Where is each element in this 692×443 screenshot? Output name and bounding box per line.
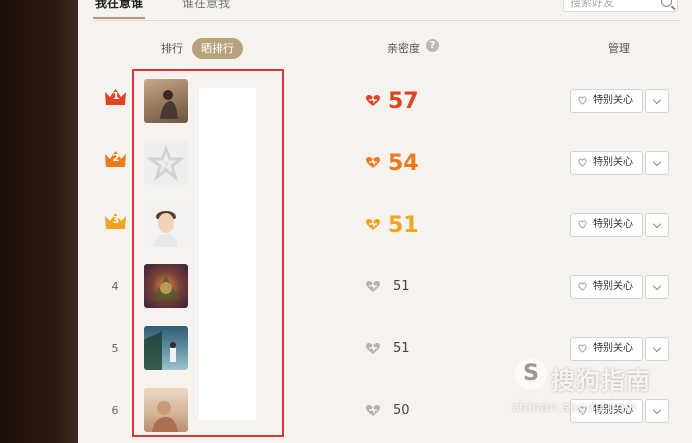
intimacy-score: 51	[393, 279, 410, 294]
avatar[interactable]: Z	[144, 141, 188, 185]
rank-number: 3	[112, 215, 120, 226]
more-options-button[interactable]	[645, 89, 669, 113]
more-options-button[interactable]	[645, 213, 669, 237]
rank-number: 2	[112, 153, 120, 164]
special-care-button[interactable]: 特别关心	[570, 275, 643, 299]
heart-icon	[366, 281, 380, 292]
watermark-url: zhinan.sogou.com	[512, 400, 638, 414]
friend-names-redacted	[199, 88, 256, 420]
left-background	[0, 0, 78, 443]
chevron-down-icon	[652, 157, 662, 167]
special-care-button[interactable]: 特别关心	[570, 89, 643, 113]
avatar[interactable]	[144, 79, 188, 123]
intimacy-score: 54	[388, 151, 419, 176]
intimacy-score: 57	[388, 89, 419, 114]
friend-row: 1 57 特别关心	[78, 70, 692, 132]
special-care-button[interactable]: 特别关心	[570, 213, 643, 237]
avatar[interactable]	[144, 264, 188, 308]
heart-outline-icon	[578, 158, 587, 167]
watermark-logo: S	[515, 358, 547, 390]
intimacy-header: 亲密度	[387, 42, 420, 55]
rank-header: 排行	[161, 42, 183, 55]
heart-icon	[366, 343, 380, 354]
intimacy-score: 51	[388, 213, 419, 238]
heart-outline-icon	[578, 282, 587, 291]
more-options-button[interactable]	[645, 399, 669, 423]
more-options-button[interactable]	[645, 151, 669, 175]
tab-who-cares-about-me[interactable]: 谁在意我	[182, 0, 230, 11]
heart-icon	[366, 95, 380, 106]
friend-row: 2 Z 54 特别关心	[78, 132, 692, 194]
heart-outline-icon	[578, 96, 587, 105]
rank-number: 1	[112, 91, 120, 102]
special-care-label: 特别关心	[593, 157, 633, 168]
intimacy-score: 51	[393, 341, 410, 356]
help-icon[interactable]: ?	[426, 39, 439, 52]
avatar[interactable]	[144, 326, 188, 370]
special-care-label: 特别关心	[593, 219, 633, 230]
more-options-button[interactable]	[645, 337, 669, 361]
rank-number: 4	[111, 280, 119, 293]
heart-outline-icon	[578, 344, 587, 353]
chevron-down-icon	[652, 405, 662, 415]
chevron-down-icon	[652, 281, 662, 291]
tab-i-care-about[interactable]: 我在意谁	[92, 0, 146, 19]
special-care-label: 特别关心	[593, 281, 633, 292]
tabs-divider	[95, 20, 680, 21]
friend-row: 3 51 特别关心	[78, 194, 692, 256]
svg-text:Z: Z	[163, 162, 169, 172]
watermark-brand: 搜狗指南	[551, 367, 651, 395]
rank-number: 5	[111, 342, 119, 355]
special-care-button[interactable]: 特别关心	[570, 337, 643, 361]
rank-number: 6	[111, 404, 119, 417]
heart-outline-icon	[578, 220, 587, 229]
share-rank-button[interactable]: 晒排行	[192, 38, 243, 59]
intimacy-score: 50	[393, 403, 410, 418]
special-care-label: 特别关心	[593, 343, 633, 354]
search-icon[interactable]	[661, 0, 672, 7]
special-care-label: 特别关心	[593, 95, 633, 106]
heart-icon	[366, 405, 380, 416]
avatar[interactable]	[144, 388, 188, 432]
chevron-down-icon	[652, 343, 662, 353]
chevron-down-icon	[652, 95, 662, 105]
friend-row: 4 51 特别关心	[78, 256, 692, 318]
manage-header: 管理	[608, 42, 630, 55]
chevron-down-icon	[652, 219, 662, 229]
heart-icon	[366, 157, 380, 168]
avatar[interactable]	[144, 203, 188, 247]
more-options-button[interactable]	[645, 275, 669, 299]
special-care-button[interactable]: 特别关心	[570, 151, 643, 175]
heart-icon	[366, 219, 380, 230]
